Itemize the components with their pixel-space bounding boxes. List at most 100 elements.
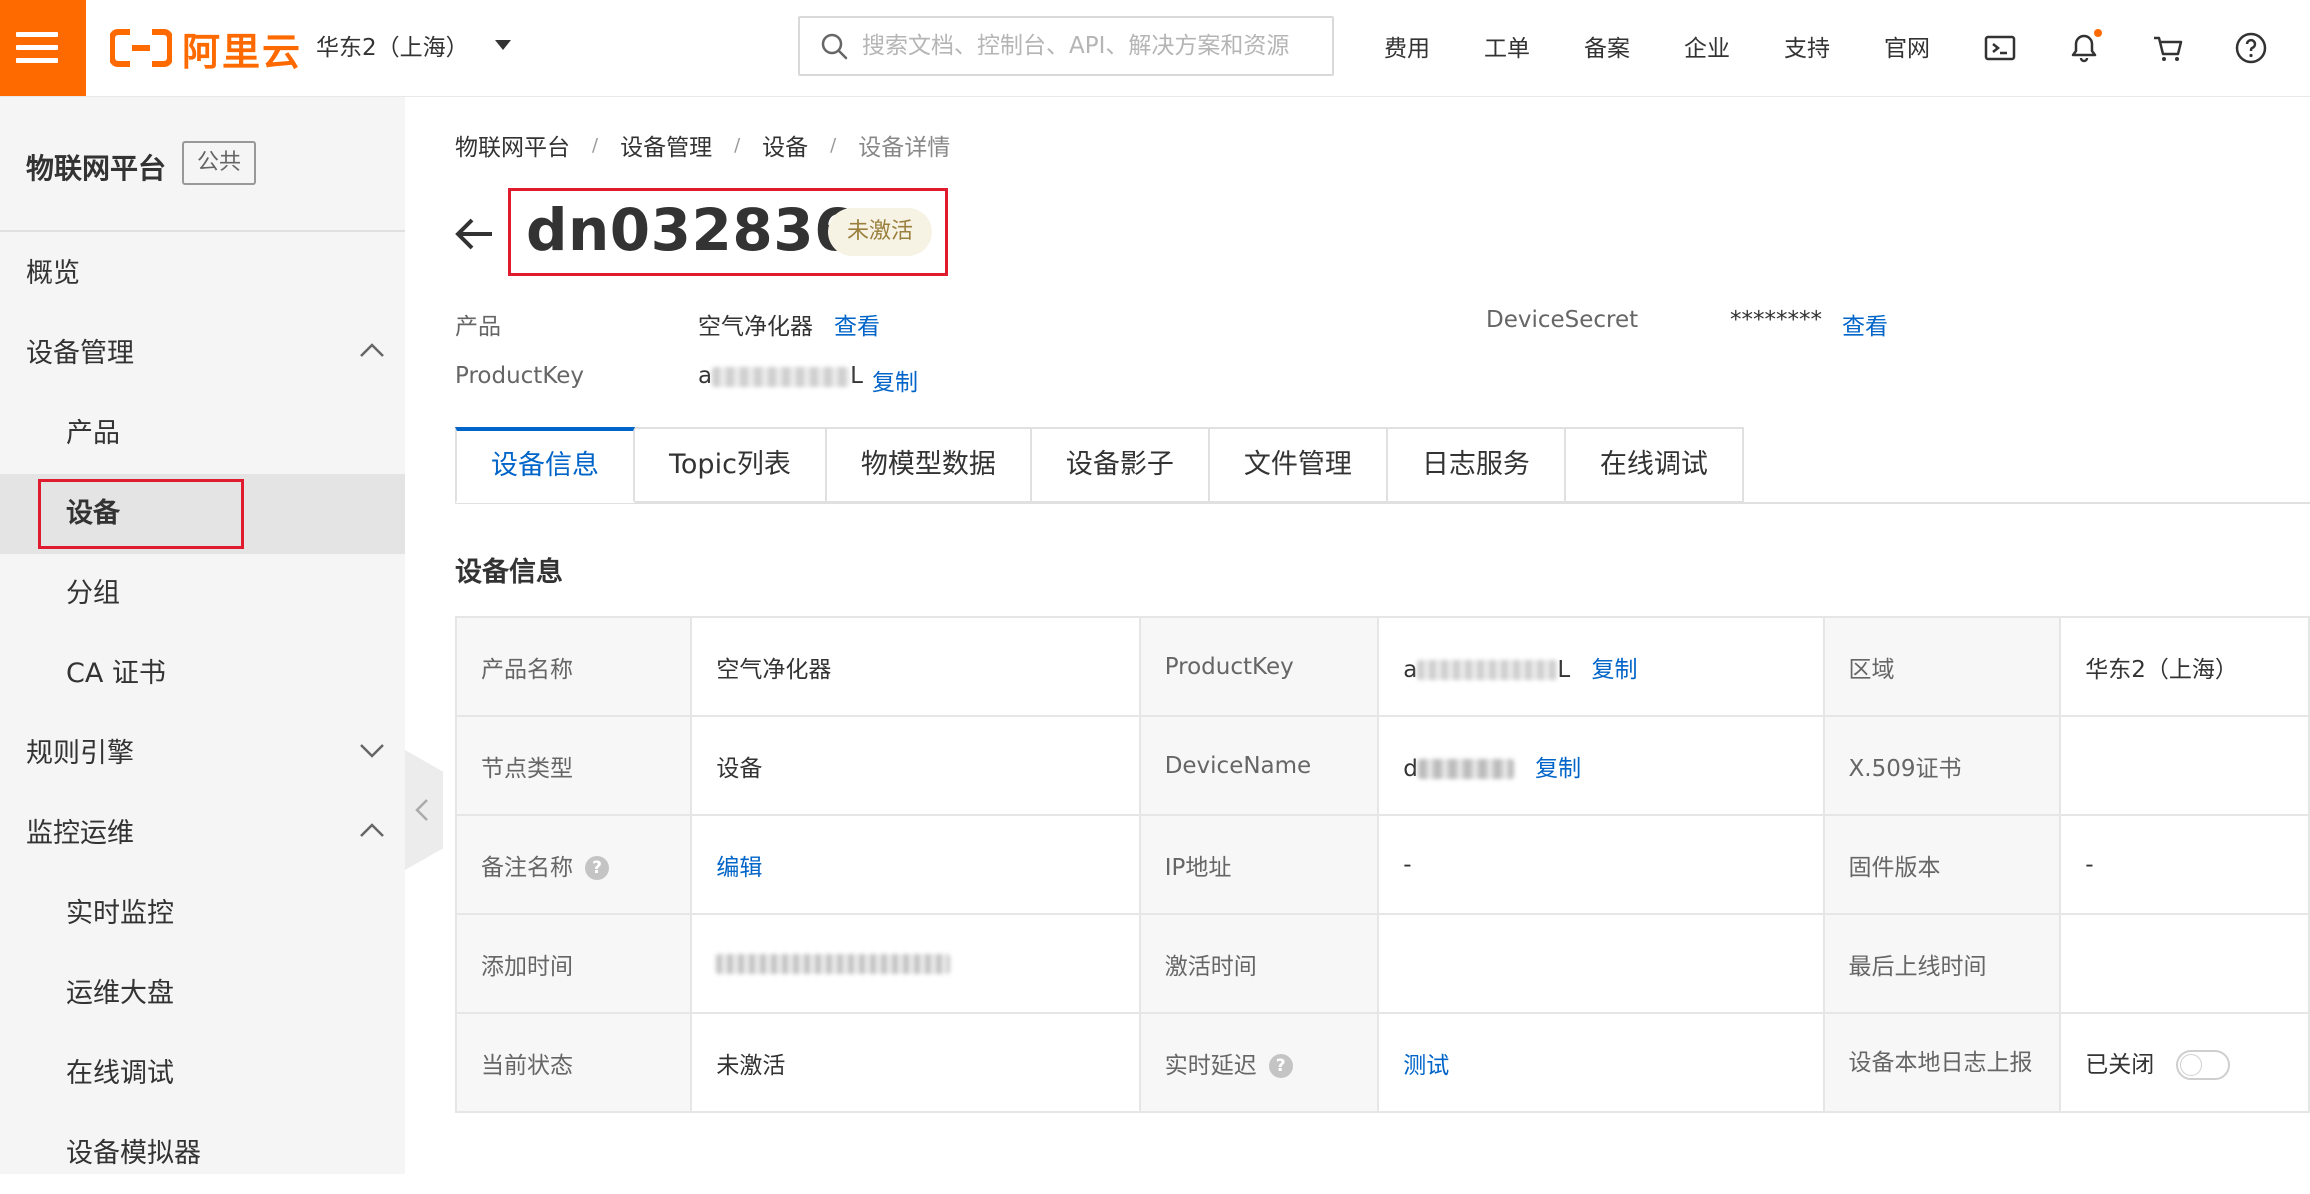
search-box[interactable] [798, 16, 1334, 76]
productkey-value: aL [698, 363, 863, 389]
aliyun-logo-mark [109, 28, 173, 68]
productkey-label: ProductKey [1138, 616, 1380, 717]
bell-icon[interactable] [2066, 29, 2102, 66]
nav-enterprise[interactable]: 企业 [1684, 29, 1730, 63]
region-label: 区域 [1822, 616, 2062, 717]
breadcrumb-device-management[interactable]: 设备管理 [620, 128, 712, 162]
sidebar-item-device-management[interactable]: 设备管理 [0, 314, 405, 394]
chevron-up-icon [360, 823, 384, 837]
current-status-value: 未激活 [690, 1012, 1141, 1113]
sidebar-item-label: 在线调试 [66, 1058, 174, 1089]
sidebar: 物联网平台 公共 概览 设备管理 产品 设备 分组 CA 证书 规则引擎 监控运… [0, 97, 405, 1174]
productkey-prefix: a [698, 363, 713, 389]
sidebar-divider [0, 230, 405, 232]
sidebar-item-online-debug[interactable]: 在线调试 [0, 1034, 405, 1114]
productkey-suffix: L [850, 363, 863, 389]
nav-official-site[interactable]: 官网 [1884, 29, 1930, 63]
edit-alias-link[interactable]: 编辑 [716, 855, 762, 881]
node-type-label: 节点类型 [454, 715, 693, 816]
table-row: 添加时间 激活时间 最后上线时间 [454, 913, 2310, 1014]
devicename-cell: d 复制 [1377, 715, 1825, 816]
redacted-text [1417, 660, 1558, 680]
product-label: 产品 [455, 314, 501, 340]
alias-value-cell: 编辑 [690, 814, 1141, 915]
sidebar-item-products[interactable]: 产品 [0, 394, 405, 474]
sidebar-item-device-simulator[interactable]: 设备模拟器 [0, 1114, 405, 1194]
productkey-label: ProductKey [455, 363, 585, 389]
product-value: 空气净化器 [698, 314, 813, 340]
sidebar-item-label: 设备管理 [26, 338, 134, 369]
copy-productkey-link[interactable]: 复制 [872, 363, 918, 397]
sidebar-item-monitoring[interactable]: 监控运维 [0, 794, 405, 874]
cart-icon[interactable] [2150, 30, 2186, 66]
breadcrumb-iot-platform[interactable]: 物联网平台 [455, 128, 570, 162]
nav-fees[interactable]: 费用 [1384, 29, 1430, 63]
view-secret-link[interactable]: 查看 [1842, 307, 1888, 341]
table-row: 节点类型 设备 DeviceName d 复制 X.509证书 [454, 715, 2310, 816]
region-selector[interactable]: 华东2（上海） [316, 28, 511, 62]
local-log-upload-label: 设备本地日志上报 [1822, 1012, 2062, 1113]
sidebar-collapse-handle[interactable] [405, 750, 443, 870]
sidebar-item-overview[interactable]: 概览 [0, 234, 405, 314]
chevron-up-icon [360, 343, 384, 357]
table-row: 当前状态 未激活 实时延迟? 测试 设备本地日志上报 已关闭 [454, 1012, 2310, 1113]
added-time-value [690, 913, 1141, 1014]
view-product-link[interactable]: 查看 [834, 307, 880, 341]
sidebar-item-realtime-monitoring[interactable]: 实时监控 [0, 874, 405, 954]
question-icon[interactable]: ? [585, 856, 609, 880]
last-online-time-label: 最后上线时间 [1822, 913, 2062, 1014]
redacted-text [712, 366, 851, 387]
menu-icon[interactable] [0, 0, 86, 96]
latency-value-cell: 测试 [1377, 1012, 1825, 1113]
terminal-icon[interactable] [1982, 30, 2018, 66]
caret-down-icon [494, 40, 511, 50]
tab-device-info[interactable]: 设备信息 [455, 427, 635, 503]
sidebar-item-label: 设备模拟器 [66, 1138, 201, 1169]
device-info-table: 产品名称 空气净化器 ProductKey a L 复制 区域 华东2（上海） 节… [454, 616, 2310, 1113]
nav-icp[interactable]: 备案 [1584, 29, 1630, 63]
sidebar-item-label: 产品 [66, 418, 120, 449]
tab-device-shadow[interactable]: 设备影子 [1031, 427, 1210, 503]
toggle-knob [2180, 1054, 2203, 1077]
tab-online-debug[interactable]: 在线调试 [1565, 427, 1744, 503]
top-bar: 阿里云 华东2（上海） 费用 工单 备案 企业 支持 官网 [0, 0, 2310, 97]
help-circle-icon[interactable] [2233, 30, 2269, 66]
breadcrumb-device-detail: 设备详情 [858, 135, 951, 161]
sidebar-item-ca-certificates[interactable]: CA 证书 [0, 634, 405, 714]
last-online-time-value [2059, 913, 2310, 1014]
ip-address-label: IP地址 [1138, 814, 1380, 915]
productkey-cell: a L 复制 [1377, 616, 1825, 717]
instance-badge: 公共 [182, 141, 256, 185]
tab-file-management[interactable]: 文件管理 [1209, 427, 1388, 503]
chevron-left-icon [415, 799, 428, 821]
sidebar-item-groups[interactable]: 分组 [0, 554, 405, 634]
test-latency-link[interactable]: 测试 [1403, 1053, 1449, 1079]
devicename-label: DeviceName [1138, 715, 1380, 816]
breadcrumb-separator: / [592, 134, 599, 156]
copy-productkey-link[interactable]: 复制 [1591, 657, 1637, 683]
sidebar-item-ops-dashboard[interactable]: 运维大盘 [0, 954, 405, 1034]
activation-time-label: 激活时间 [1138, 913, 1380, 1014]
aliyun-logo[interactable]: 阿里云 [109, 22, 302, 74]
log-upload-toggle[interactable] [2176, 1050, 2231, 1081]
breadcrumb-devices[interactable]: 设备 [762, 128, 808, 162]
search-input[interactable] [860, 32, 1304, 60]
ip-address-value: - [1377, 814, 1825, 915]
tab-thing-model-data[interactable]: 物模型数据 [826, 427, 1032, 503]
nav-support[interactable]: 支持 [1784, 29, 1830, 63]
firmware-version-label: 固件版本 [1822, 814, 2062, 915]
devicesecret-value: ******** [1730, 307, 1822, 333]
sidebar-item-rules-engine[interactable]: 规则引擎 [0, 714, 405, 794]
copy-devicename-link[interactable]: 复制 [1535, 756, 1581, 782]
back-arrow-icon[interactable] [452, 212, 496, 260]
question-icon[interactable]: ? [1268, 1054, 1293, 1078]
alias-label: 备注名称 [481, 854, 573, 881]
tab-topic-list[interactable]: Topic列表 [635, 427, 827, 503]
section-title: 设备信息 [455, 557, 563, 588]
tab-log-service[interactable]: 日志服务 [1387, 427, 1566, 503]
nav-tickets[interactable]: 工单 [1484, 29, 1530, 63]
breadcrumb-separator: / [734, 134, 741, 156]
productkey-suffix: L [1557, 656, 1571, 683]
highlight-box [38, 479, 244, 549]
activation-time-value [1377, 913, 1825, 1014]
